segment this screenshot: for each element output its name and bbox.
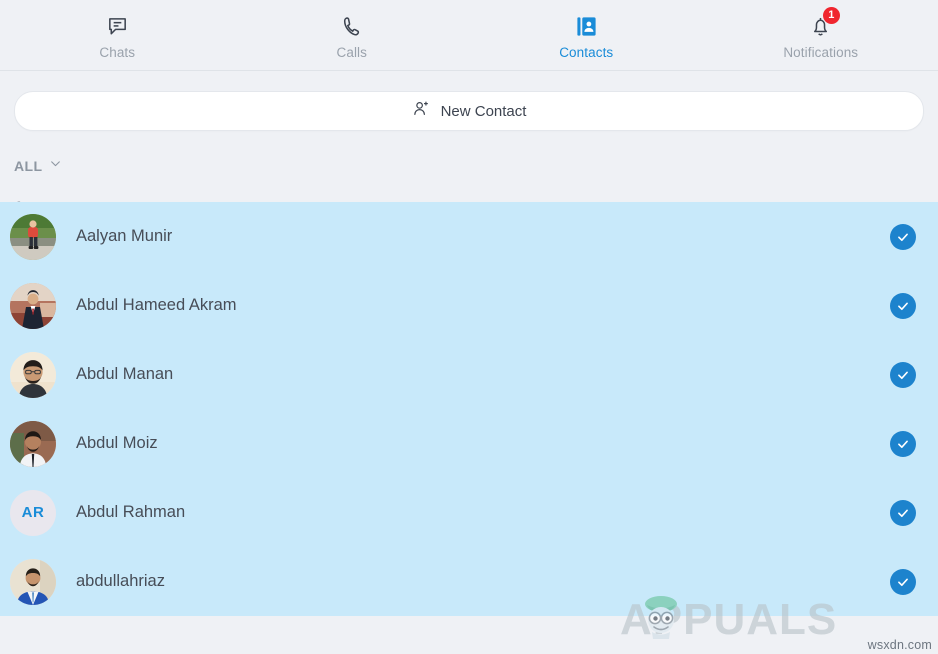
table-row[interactable]: abdullahriaz bbox=[0, 547, 938, 616]
contacts-filter-dropdown[interactable]: ALL bbox=[0, 131, 76, 175]
contact-name: Abdul Manan bbox=[76, 365, 174, 383]
avatar bbox=[10, 351, 56, 398]
table-row[interactable]: Abdul Moiz bbox=[0, 409, 938, 478]
tab-notifications[interactable]: 1 Notifications bbox=[704, 0, 938, 60]
top-navigation-bar: Chats Calls Contacts 1 Notifications bbox=[0, 0, 938, 71]
contact-selected-check[interactable] bbox=[890, 361, 916, 388]
avatar bbox=[10, 558, 56, 605]
contact-selected-check[interactable] bbox=[890, 292, 916, 319]
new-contact-toolbar: New Contact bbox=[0, 71, 938, 131]
tab-chats-label: Chats bbox=[99, 45, 136, 60]
source-watermark: wsxdn.com bbox=[867, 638, 932, 652]
tab-contacts[interactable]: Contacts bbox=[469, 0, 704, 60]
contact-selected-check[interactable] bbox=[890, 223, 916, 250]
contact-name: Abdul Rahman bbox=[76, 503, 186, 521]
new-contact-button[interactable]: New Contact bbox=[14, 91, 924, 131]
contact-selected-check[interactable] bbox=[890, 499, 916, 526]
phone-icon bbox=[336, 12, 368, 40]
person-plus-icon bbox=[412, 99, 431, 123]
chat-bubble-icon bbox=[101, 12, 133, 40]
section-header-letter: A bbox=[0, 175, 938, 214]
contact-name: abdullahriaz bbox=[76, 572, 165, 590]
avatar: AR bbox=[10, 489, 56, 536]
table-row[interactable]: Aalyan Munir bbox=[0, 202, 938, 271]
tab-contacts-label: Contacts bbox=[559, 45, 614, 60]
new-contact-label: New Contact bbox=[440, 102, 527, 120]
avatar bbox=[10, 420, 56, 467]
bell-icon: 1 bbox=[805, 7, 840, 40]
tab-chats[interactable]: Chats bbox=[0, 0, 235, 60]
contacts-filter-label: ALL bbox=[14, 158, 43, 174]
contact-name: Aalyan Munir bbox=[76, 227, 173, 245]
avatar bbox=[10, 213, 56, 260]
contact-name: Abdul Hameed Akram bbox=[76, 296, 237, 314]
tab-notifications-label: Notifications bbox=[783, 45, 859, 60]
tab-calls[interactable]: Calls bbox=[235, 0, 470, 60]
contact-selected-check[interactable] bbox=[890, 568, 916, 595]
table-row[interactable]: Abdul Manan bbox=[0, 340, 938, 409]
table-row[interactable]: Abdul Hameed Akram bbox=[0, 271, 938, 340]
contact-selected-check[interactable] bbox=[890, 430, 916, 457]
contact-name: Abdul Moiz bbox=[76, 434, 158, 452]
contacts-list: Aalyan Munir Abdul Hameed Akram Abdul Ma… bbox=[0, 202, 938, 616]
contact-card-icon bbox=[570, 12, 602, 40]
notifications-badge: 1 bbox=[822, 7, 840, 24]
table-row[interactable]: AR Abdul Rahman bbox=[0, 478, 938, 547]
chevron-down-icon bbox=[49, 157, 62, 175]
avatar bbox=[10, 282, 56, 329]
tab-calls-label: Calls bbox=[336, 45, 367, 60]
contacts-app-window: Chats Calls Contacts 1 Notifications New… bbox=[0, 0, 938, 654]
